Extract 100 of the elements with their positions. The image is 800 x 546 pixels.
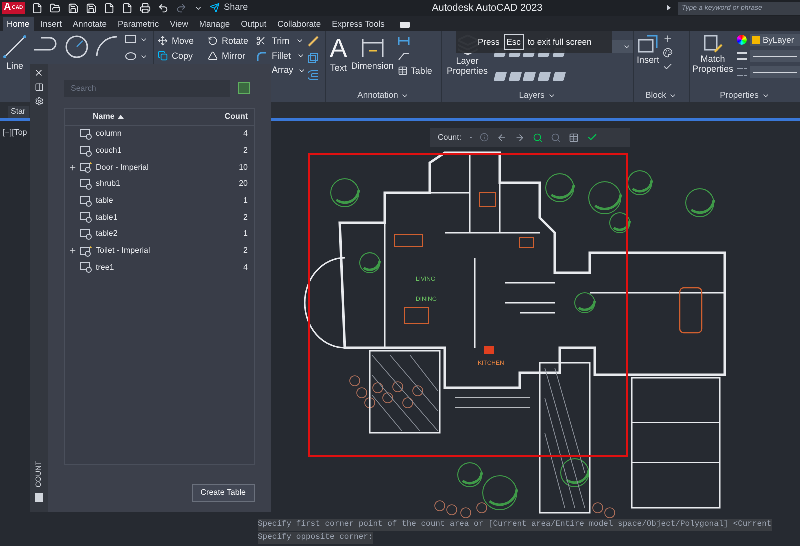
close-icon[interactable] — [34, 68, 44, 78]
ribbon-tab[interactable]: Manage — [195, 17, 234, 31]
block-count: 4 — [244, 262, 248, 274]
polyline-icon[interactable] — [33, 35, 59, 53]
trim-button[interactable]: Trim — [256, 36, 304, 46]
text-button[interactable]: A Text — [330, 35, 348, 89]
array-button[interactable]: Array — [272, 66, 306, 75]
auto-hide-icon[interactable] — [34, 83, 44, 92]
ellipse-icon[interactable] — [125, 52, 137, 61]
block-icon — [80, 146, 93, 157]
next-icon[interactable] — [515, 132, 526, 142]
zoom-extents-icon[interactable] — [238, 82, 251, 95]
lineweight-dropdown[interactable] — [750, 50, 800, 62]
block-count: 2 — [244, 145, 248, 158]
open-folder-icon[interactable] — [50, 2, 62, 14]
fillet-button[interactable]: Fillet — [256, 51, 306, 61]
table-row[interactable]: Door - Imperial 10 — [65, 159, 254, 176]
panel-title[interactable]: Block — [634, 89, 689, 102]
table-row[interactable]: table2 1 — [65, 226, 254, 243]
table-row[interactable]: tree1 4 — [65, 260, 254, 276]
block-name: Toilet - Imperial — [96, 245, 152, 258]
color-dropdown[interactable]: ByLayer — [750, 34, 800, 46]
workspace-icon[interactable] — [400, 22, 410, 28]
new-file-icon[interactable] — [32, 2, 44, 14]
block-count: 2 — [244, 212, 248, 224]
table-icon[interactable] — [569, 132, 580, 142]
color-swatch — [752, 36, 760, 44]
dimension-button[interactable]: Dimension — [351, 35, 394, 89]
save-icon[interactable] — [68, 2, 80, 14]
table-row[interactable]: Toilet - Imperial 2 — [65, 242, 254, 260]
column-header[interactable]: Count — [224, 111, 248, 123]
move-button[interactable]: Move — [158, 36, 194, 46]
print-icon[interactable] — [140, 2, 152, 14]
settings-icon[interactable] — [34, 97, 44, 106]
table-row[interactable]: table 1 — [65, 192, 254, 210]
block-icon — [80, 196, 93, 207]
ribbon-tab[interactable]: Insert — [36, 17, 66, 31]
count-dropdown[interactable]: - — [470, 132, 472, 144]
paper-plane-icon — [210, 3, 220, 13]
arc-icon[interactable] — [95, 35, 119, 57]
linear-dimension-icon[interactable] — [398, 36, 410, 46]
offset-icon[interactable] — [308, 70, 319, 81]
rectangle-icon[interactable] — [125, 35, 137, 44]
circle-icon[interactable] — [65, 35, 89, 59]
undo-icon[interactable] — [158, 2, 170, 14]
ribbon-tab[interactable]: Collaborate — [274, 17, 326, 31]
ribbon-tab[interactable]: Annotate — [68, 17, 111, 31]
expand-icon[interactable] — [68, 247, 76, 256]
ribbon-tab[interactable]: Parametric — [114, 17, 164, 31]
block-name: table2 — [96, 228, 119, 240]
column-header[interactable]: Name — [93, 111, 225, 123]
table-button[interactable]: Table — [398, 66, 432, 76]
share-button[interactable]: Share — [210, 1, 248, 15]
ribbon-tab[interactable]: Express Tools — [328, 17, 389, 31]
linetype-dropdown[interactable] — [750, 66, 800, 78]
mirror-button[interactable]: Mirror — [208, 51, 246, 61]
search-icon[interactable] — [551, 132, 562, 142]
ribbon-tab[interactable]: View — [166, 17, 192, 31]
line-button[interactable]: Line — [3, 35, 27, 102]
viewport-label[interactable]: [−][Top — [3, 127, 28, 139]
expand-icon[interactable] — [667, 5, 671, 11]
expand-icon[interactable] — [68, 164, 76, 172]
insert-button[interactable]: Insert — [637, 34, 660, 89]
panel-title[interactable]: Annotation — [326, 89, 441, 102]
fillet-icon — [256, 51, 266, 61]
table-row[interactable]: table1 2 — [65, 209, 254, 226]
panel-title[interactable]: Properties — [690, 89, 800, 102]
previous-icon[interactable] — [497, 132, 508, 142]
line-icon — [3, 35, 27, 59]
search-field[interactable]: Search — [64, 80, 230, 97]
command-line-text: Specify opposite corner: — [258, 532, 374, 544]
create-table-button[interactable]: Create Table — [192, 484, 255, 502]
table-row[interactable]: column 4 — [65, 126, 254, 143]
lineweight-icon — [737, 52, 747, 60]
ribbon-tab[interactable]: Home — [3, 17, 34, 31]
redo-icon[interactable] — [176, 2, 188, 14]
panel-title[interactable]: Layers — [442, 89, 633, 102]
block-name: column — [96, 128, 123, 140]
esc-key: Esc — [504, 34, 524, 50]
leader-icon[interactable] — [398, 51, 410, 61]
info-icon[interactable] — [480, 133, 490, 142]
dynamic-block-icon — [80, 246, 93, 257]
rotate-button[interactable]: Rotate — [208, 36, 249, 46]
block-icon — [80, 178, 93, 190]
text-tool-icon: A — [330, 35, 348, 61]
match-properties-button[interactable]: Match Properties — [693, 34, 733, 89]
file-tab[interactable]: Star — [8, 106, 29, 118]
block-icon — [80, 128, 93, 140]
check-icon[interactable] — [587, 132, 598, 143]
table-row[interactable]: shrub1 20 — [65, 176, 254, 193]
save-as-icon[interactable] — [86, 2, 98, 14]
command-line-text: Specify first corner point of the count area or [Current area/Entire model space/Object/Polygonal] <Current — [258, 519, 772, 531]
copy-button[interactable]: Copy — [158, 51, 194, 61]
count-label: Count: — [438, 132, 462, 144]
block-name: table — [96, 195, 114, 208]
ribbon-tab[interactable]: Output — [237, 17, 271, 31]
insert-icon — [637, 34, 660, 56]
rotate-icon — [208, 36, 218, 46]
table-row[interactable]: couch1 2 — [65, 142, 254, 160]
zoom-search-icon[interactable] — [533, 132, 544, 142]
